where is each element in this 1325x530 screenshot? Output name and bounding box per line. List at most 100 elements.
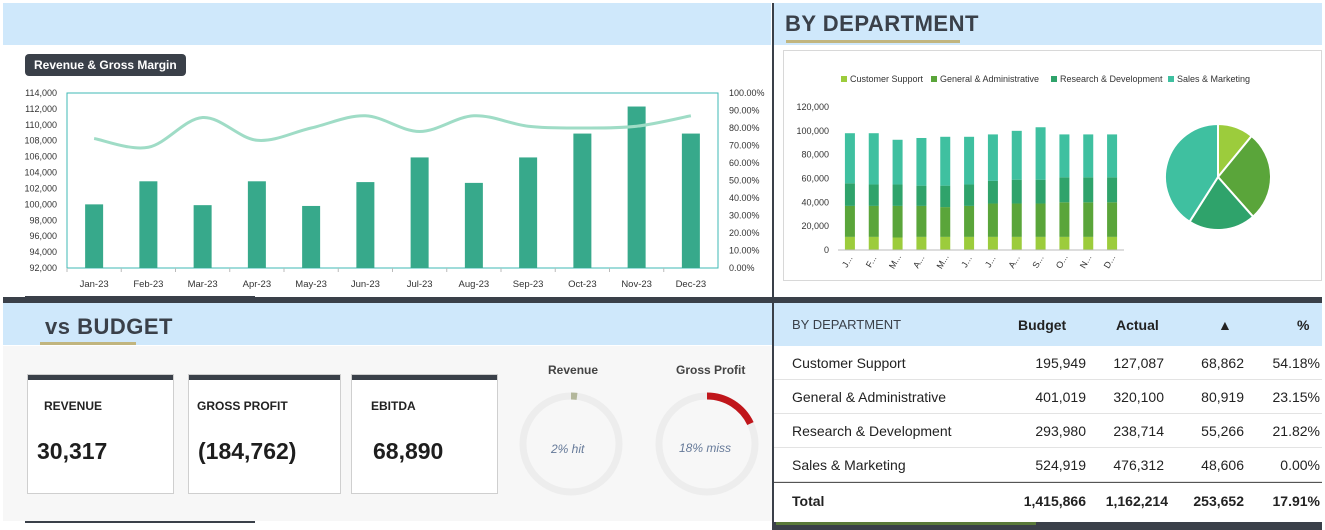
dept-stack-segment <box>1059 202 1070 237</box>
dept-x-tick-label: O... <box>1054 253 1070 271</box>
revenue-bar <box>410 157 429 268</box>
dept-stack-segment <box>868 184 879 206</box>
kpi-card-top-bar <box>352 375 497 380</box>
row-department: Research & Development <box>792 423 952 439</box>
gauge-gross-profit-text: 18% miss <box>679 441 732 455</box>
revenue-x-tick-label: Jan-23 <box>80 279 109 290</box>
margin-y-tick-label: 100.00% <box>729 88 765 98</box>
dept-stack-segment <box>916 205 927 237</box>
row-budget: 524,919 <box>1035 457 1086 473</box>
revenue-bar <box>681 133 700 268</box>
legend-swatch <box>841 76 847 82</box>
row-department: Sales & Marketing <box>792 457 906 473</box>
dept-stack-segment <box>844 205 855 237</box>
dept-stack-segment <box>1107 202 1118 237</box>
dept-x-tick-label: M... <box>935 253 951 271</box>
dept-stack-segment <box>892 205 903 238</box>
dept-y-tick-label: 120,000 <box>796 102 829 112</box>
revenue-x-tick-label: Nov-23 <box>621 279 652 290</box>
kpi-label: EBITDA <box>371 399 416 413</box>
row-budget: 401,019 <box>1035 389 1086 405</box>
dept-y-tick-label: 60,000 <box>801 174 829 184</box>
row-department: Customer Support <box>792 355 906 371</box>
dept-stack-segment <box>964 136 975 185</box>
dept-stack-segment <box>844 236 855 250</box>
vs-budget-title: vs BUDGET <box>45 314 173 339</box>
row-percent: 54.18% <box>1272 355 1320 371</box>
row-actual: 476,312 <box>1113 457 1164 473</box>
revenue-x-tick-label: Dec-23 <box>676 279 707 290</box>
row-variance: 68,862 <box>1201 355 1244 371</box>
dept-stack-segment <box>940 236 951 250</box>
revenue-bar <box>464 182 483 268</box>
dept-stack-segment <box>1035 127 1046 180</box>
revenue-y-tick-label: 106,000 <box>24 152 57 162</box>
dept-stack-segment <box>940 136 951 186</box>
table-row: General & Administrative 401,019 320,100… <box>774 380 1322 414</box>
row-budget: 293,980 <box>1035 423 1086 439</box>
gross-margin-line <box>93 114 692 150</box>
dept-stack-segment <box>964 236 975 250</box>
legend-swatch <box>1051 76 1057 82</box>
table-header-actual: Actual <box>1116 317 1159 333</box>
dept-stack-segment <box>1059 177 1070 203</box>
vs-budget-underline <box>40 342 136 345</box>
dept-x-tick-label: M... <box>887 253 903 271</box>
row-variance: 80,919 <box>1201 389 1244 405</box>
total-budget: 1,415,866 <box>1023 493 1086 509</box>
table-header-percent: % <box>1297 317 1310 333</box>
row-budget: 195,949 <box>1035 355 1086 371</box>
revenue-y-tick-label: 98,000 <box>29 215 57 225</box>
dept-stack-segment <box>987 203 998 237</box>
dept-y-tick-label: 20,000 <box>801 221 829 231</box>
revenue-x-tick-label: Feb-23 <box>133 279 163 290</box>
dept-stack-segment <box>916 137 927 186</box>
dept-y-tick-label: 40,000 <box>801 197 829 207</box>
kpi-label: GROSS PROFIT <box>197 399 288 413</box>
margin-y-tick-label: 90.00% <box>729 106 760 116</box>
revenue-y-tick-label: 104,000 <box>24 168 57 178</box>
dept-stack-segment <box>868 133 879 185</box>
legend-label: General & Administrative <box>940 74 1039 84</box>
dept-stack-segment <box>1107 134 1118 178</box>
revenue-y-tick-label: 92,000 <box>29 263 57 273</box>
revenue-x-tick-label: Sep-23 <box>513 279 544 290</box>
department-table: Customer Support 195,949 127,087 68,862 … <box>774 346 1322 524</box>
revenue-bar <box>85 204 104 268</box>
kpi-card-top-bar <box>28 375 173 380</box>
legend-label: Customer Support <box>850 74 924 84</box>
dept-stack-segment <box>868 205 879 237</box>
dept-stack-segment <box>1083 177 1094 203</box>
margin-y-tick-label: 60.00% <box>729 158 760 168</box>
revenue-y-tick-label: 96,000 <box>29 231 57 241</box>
dept-stack-segment <box>1011 179 1022 204</box>
kpi-value: 30,317 <box>37 438 108 464</box>
dept-stack-segment <box>1083 202 1094 237</box>
kpi-card-revenue: REVENUE 30,317 <box>27 374 174 494</box>
margin-y-tick-label: 40.00% <box>729 193 760 203</box>
dept-stack-segment <box>1035 236 1046 250</box>
revenue-plot-frame <box>66 92 719 269</box>
table-header-dept: BY DEPARTMENT <box>792 317 902 332</box>
revenue-bar <box>356 182 375 268</box>
dept-stack-segment <box>1011 236 1022 250</box>
table-row: Sales & Marketing 524,919 476,312 48,606… <box>774 448 1322 482</box>
row-variance: 48,606 <box>1201 457 1244 473</box>
dept-stack-segment <box>1035 179 1046 204</box>
revenue-x-tick-label: Apr-23 <box>243 279 272 290</box>
dept-y-tick-label: 0 <box>824 245 829 255</box>
kpi-card-gross-profit: GROSS PROFIT (184,762) <box>188 374 341 494</box>
total-actual: 1,162,214 <box>1105 493 1168 509</box>
dept-stack-segment <box>1107 177 1118 203</box>
revenue-x-tick-label: Jul-23 <box>407 279 433 290</box>
total-label: Total <box>792 493 825 509</box>
dept-stack-segment <box>1107 236 1118 250</box>
table-header-variance: ▲ <box>1218 317 1232 333</box>
row-actual: 320,100 <box>1113 389 1164 405</box>
margin-y-tick-label: 50.00% <box>729 176 760 186</box>
dept-y-tick-label: 80,000 <box>801 150 829 160</box>
revenue-y-tick-label: 94,000 <box>29 247 57 257</box>
revenue-x-tick-label: Mar-23 <box>188 279 218 290</box>
dept-stack-segment <box>892 237 903 250</box>
row-department: General & Administrative <box>792 389 947 405</box>
